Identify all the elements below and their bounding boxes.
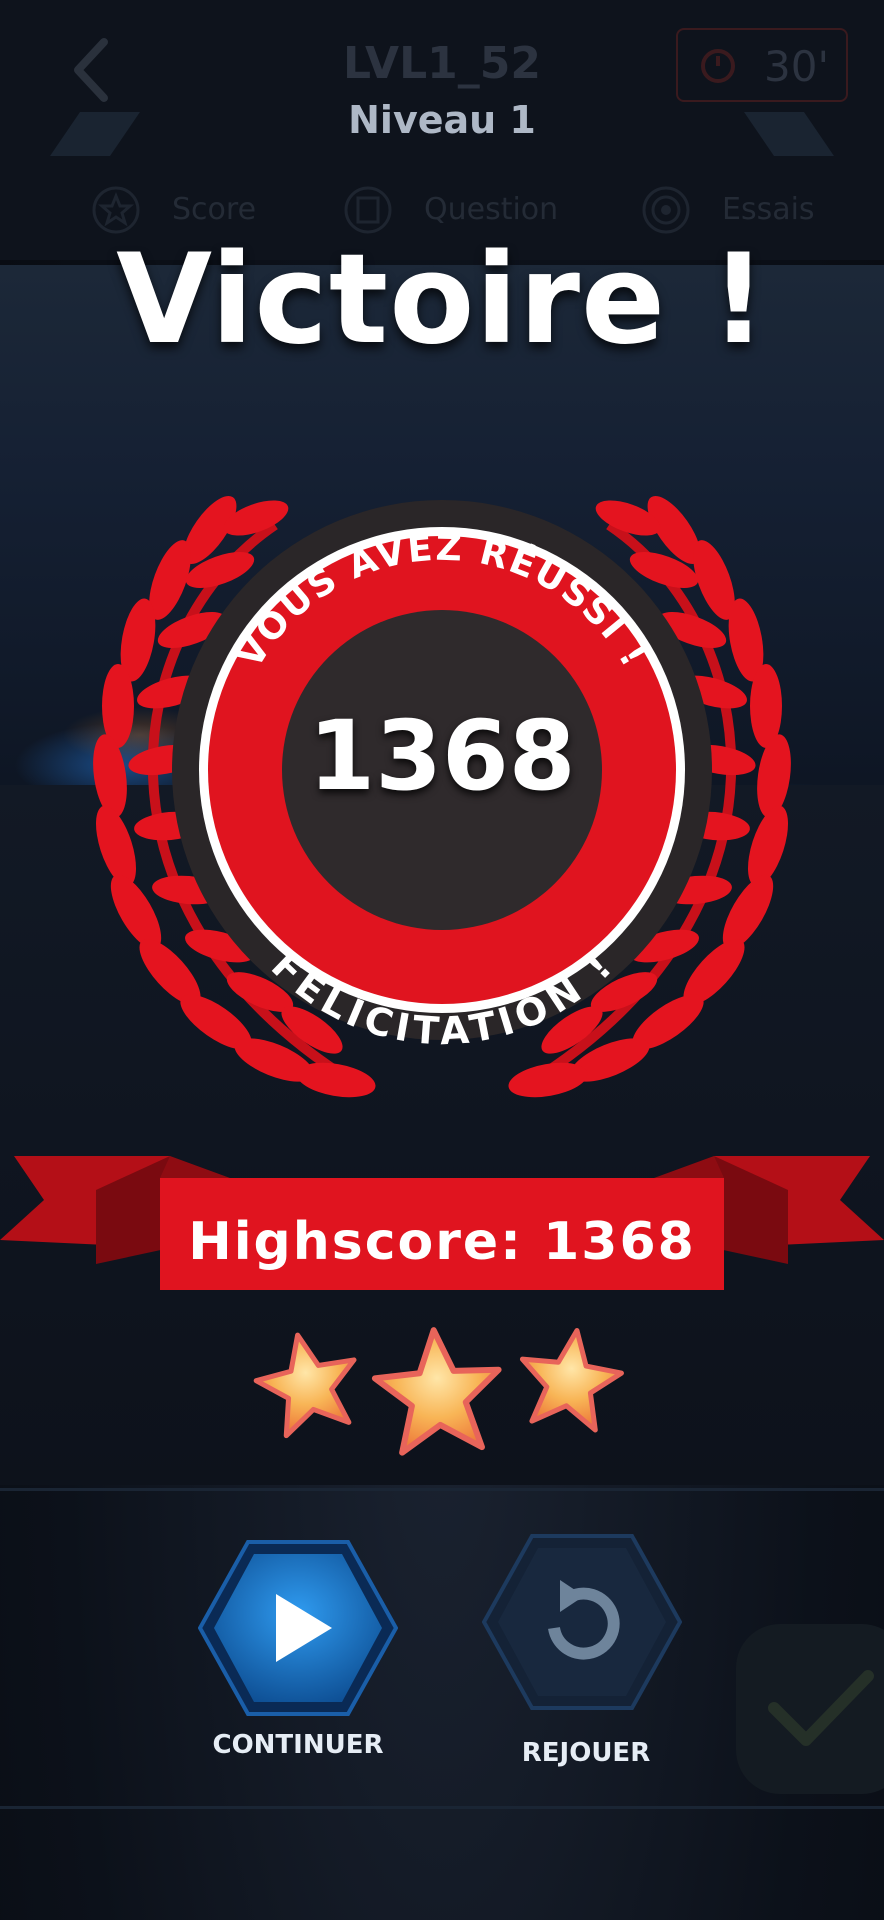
star-rating <box>253 1327 624 1456</box>
victory-screen: { "header": { "level_code": "LVL1_52", "… <box>0 0 884 1920</box>
confirm-button[interactable] <box>736 1624 884 1794</box>
timer: 30' <box>676 28 848 102</box>
replay-button[interactable] <box>481 1532 683 1712</box>
game-header: LVL1_52 Niveau 1 30' Score Question Essa… <box>0 0 884 260</box>
bottom-divider <box>0 1806 884 1809</box>
timer-value: 30' <box>764 42 829 91</box>
star-3-icon <box>519 1327 624 1433</box>
stat-question-label: Question <box>424 192 559 227</box>
stat-score-label: Score <box>172 192 257 227</box>
checkmark-icon <box>768 1670 874 1746</box>
continue-button[interactable] <box>197 1538 399 1718</box>
continue-label: CONTINUER <box>212 1730 384 1760</box>
target-icon <box>642 186 690 234</box>
header-ornament-left <box>50 112 140 156</box>
list-icon <box>344 186 392 234</box>
victory-title: Victoire ! <box>116 228 768 372</box>
score-value: 1368 <box>308 700 576 812</box>
replay-label: REJOUER <box>521 1738 651 1768</box>
stat-attempts-label: Essais <box>722 192 815 227</box>
highscore-label: Highscore: 1368 <box>188 1212 696 1272</box>
star-icon <box>92 186 140 234</box>
divider-line <box>0 1488 884 1491</box>
header-ornament-right <box>744 112 834 156</box>
star-2-icon <box>371 1327 502 1456</box>
star-1-icon <box>253 1332 357 1439</box>
stopwatch-icon <box>701 49 735 83</box>
